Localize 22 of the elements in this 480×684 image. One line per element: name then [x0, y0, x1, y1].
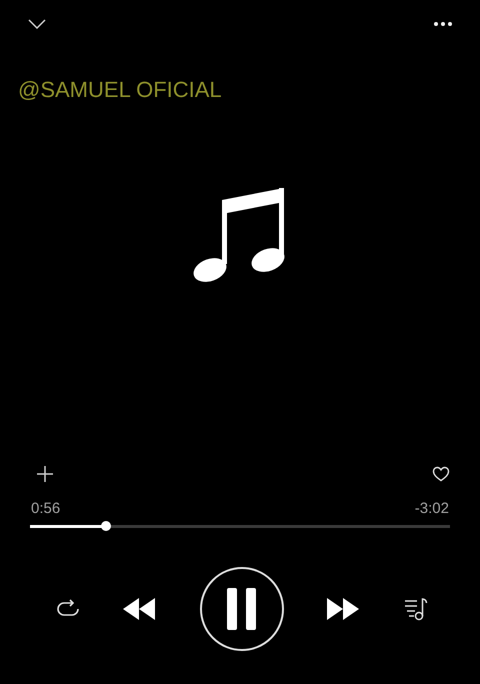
- fast-forward-button[interactable]: [327, 598, 361, 620]
- like-button[interactable]: [432, 466, 450, 482]
- progress-thumb[interactable]: [100, 521, 111, 531]
- plus-icon: [36, 465, 54, 483]
- more-button[interactable]: [434, 22, 452, 26]
- queue-icon: [404, 597, 428, 621]
- remaining-time: -3:02: [414, 500, 449, 517]
- elapsed-time: 0:56: [31, 500, 60, 517]
- repeat-icon: [56, 599, 80, 619]
- add-button[interactable]: [36, 465, 54, 483]
- fast-forward-icon: [327, 598, 361, 620]
- queue-button[interactable]: [404, 597, 428, 621]
- artist-name: @SAMUEL OFICIAL: [17, 76, 223, 104]
- rewind-icon: [123, 598, 157, 620]
- heart-icon: [432, 466, 450, 482]
- pause-button[interactable]: [200, 567, 284, 651]
- rewind-button[interactable]: [123, 598, 157, 620]
- repeat-button[interactable]: [56, 599, 80, 619]
- chevron-down-icon: [28, 19, 46, 29]
- more-icon: [434, 22, 452, 26]
- pause-icon: [227, 588, 257, 630]
- collapse-button[interactable]: [28, 19, 46, 29]
